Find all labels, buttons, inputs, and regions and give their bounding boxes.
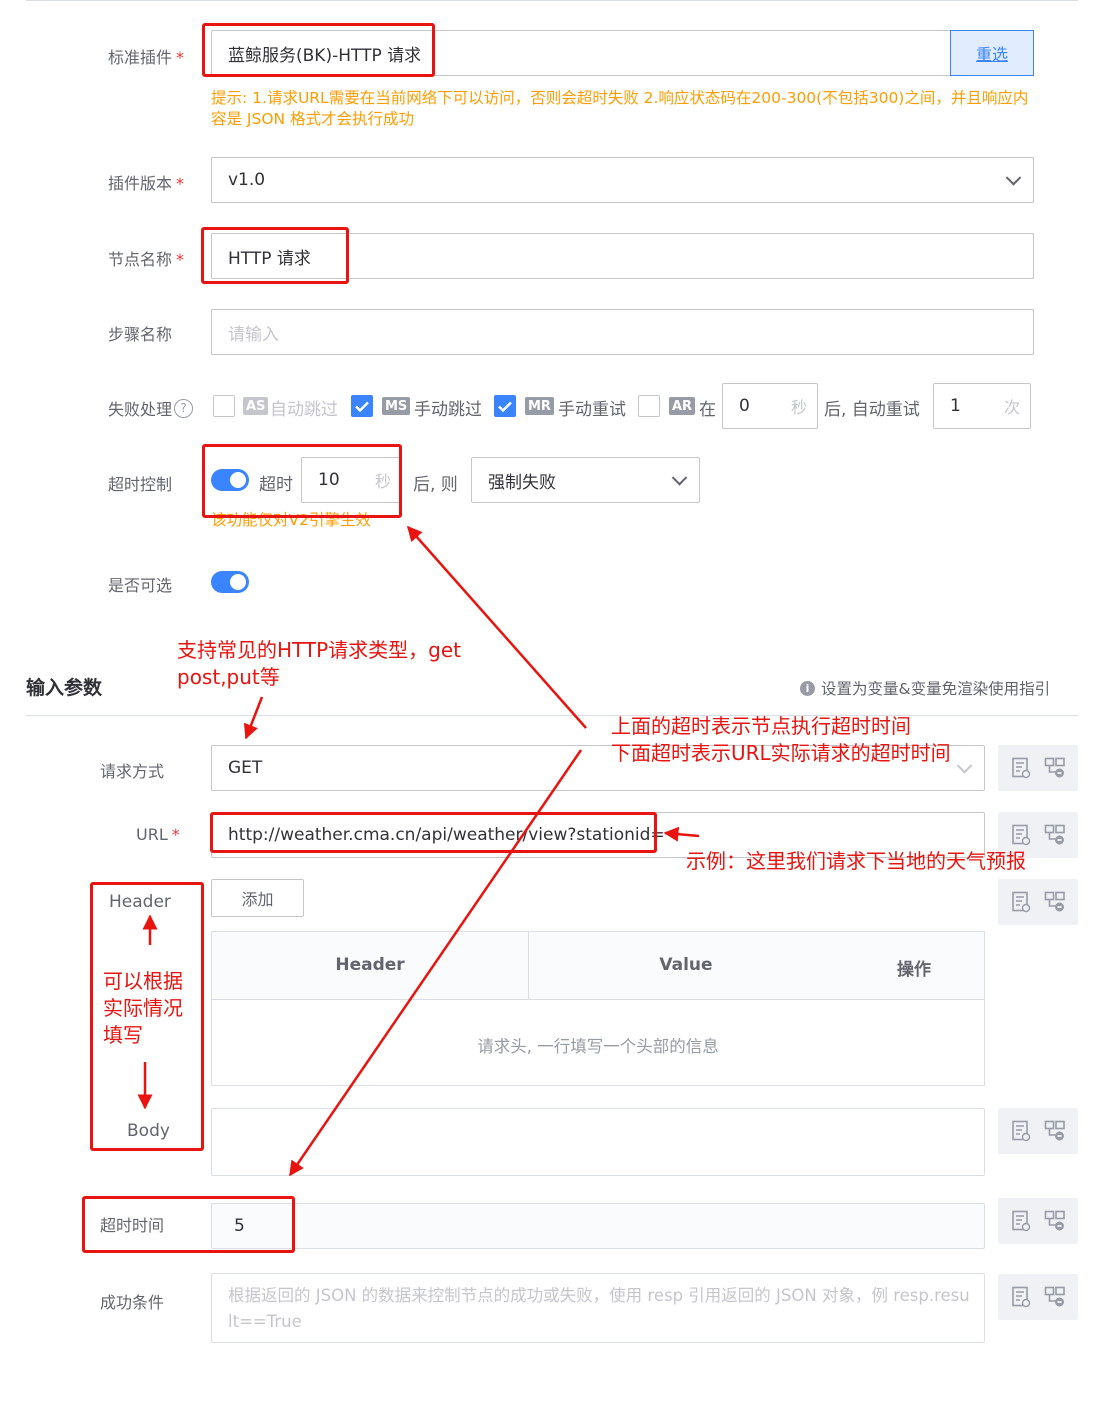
arrow-to-timeout-control xyxy=(407,525,587,729)
annotation-arrows xyxy=(137,525,700,1177)
arrow-to-url xyxy=(663,826,700,842)
arrow-to-request-timeout xyxy=(288,749,583,1177)
arrow-to-method xyxy=(243,696,264,740)
